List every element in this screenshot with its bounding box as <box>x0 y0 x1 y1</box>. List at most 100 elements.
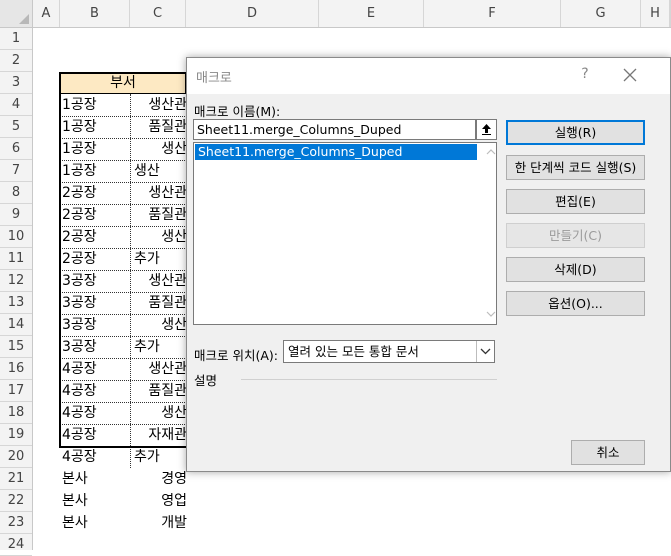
macro-list[interactable]: Sheet11.merge_Columns_Duped <box>193 142 497 325</box>
column-header-e[interactable]: E <box>319 0 424 27</box>
table-header-cell[interactable]: 부서 <box>59 72 187 94</box>
cell-c[interactable]: 품질관 <box>131 292 187 314</box>
cell-b[interactable]: 4공장 <box>60 424 130 446</box>
macro-list-item[interactable]: Sheet11.merge_Columns_Duped <box>195 144 477 160</box>
cell-c[interactable]: 생산 <box>131 402 187 424</box>
cell-c[interactable]: 추가 <box>131 336 187 358</box>
row-header-19[interactable]: 19 <box>0 424 32 446</box>
cell-c[interactable]: 개발 <box>131 512 187 534</box>
row-header-1[interactable]: 1 <box>0 28 32 50</box>
column-header-h[interactable]: H <box>641 0 670 27</box>
cell-b[interactable]: 3공장 <box>60 336 130 358</box>
options-button[interactable]: 옵션(O)... <box>506 291 645 316</box>
step-into-button[interactable]: 한 단계씩 코드 실행(S) <box>506 155 645 180</box>
cell-b[interactable]: 4공장 <box>60 358 130 380</box>
row-header-14[interactable]: 14 <box>0 314 32 336</box>
cell-b[interactable]: 1공장 <box>60 94 130 116</box>
cell-c[interactable]: 생산 <box>131 226 187 248</box>
dropdown-arrow[interactable] <box>476 341 494 362</box>
cell-c[interactable]: 품질관 <box>131 204 187 226</box>
row-header-24[interactable]: 24 <box>0 534 32 556</box>
scroll-down-icon[interactable] <box>484 307 498 321</box>
row-header-22[interactable]: 22 <box>0 490 32 512</box>
cell-border <box>60 204 187 205</box>
row-header-10[interactable]: 10 <box>0 226 32 248</box>
cell-border <box>130 358 131 380</box>
cell-c[interactable]: 생산관 <box>131 94 187 116</box>
cell-b[interactable]: 3공장 <box>60 270 130 292</box>
cell-b[interactable]: 1공장 <box>60 138 130 160</box>
collapse-button[interactable] <box>476 119 497 140</box>
cell-c[interactable]: 품질관 <box>131 116 187 138</box>
cell-c[interactable]: 생산 <box>131 160 187 182</box>
row-header-16[interactable]: 16 <box>0 358 32 380</box>
run-button[interactable]: 실행(R) <box>506 120 645 145</box>
row-header-20[interactable]: 20 <box>0 446 32 468</box>
row-header-23[interactable]: 23 <box>0 512 32 534</box>
macro-location-value: 열려 있는 모든 통합 문서 <box>288 344 419 359</box>
cell-c[interactable]: 생산관 <box>131 270 187 292</box>
cell-b[interactable]: 1공장 <box>60 160 130 182</box>
row-header-2[interactable]: 2 <box>0 50 32 72</box>
cell-b[interactable]: 본사 <box>60 468 130 490</box>
edit-button[interactable]: 편집(E) <box>506 189 645 214</box>
delete-button[interactable]: 삭제(D) <box>506 257 645 282</box>
macro-name-input[interactable]: Sheet11.merge_Columns_Duped <box>193 119 476 140</box>
cell-c[interactable]: 추가 <box>131 248 187 270</box>
row-header-5[interactable]: 5 <box>0 116 32 138</box>
cell-b[interactable]: 본사 <box>60 490 130 512</box>
cell-border <box>60 292 187 293</box>
cell-b[interactable]: 4공장 <box>60 402 130 424</box>
cell-c[interactable]: 경영 <box>131 468 187 490</box>
row-header-6[interactable]: 6 <box>0 138 32 160</box>
cell-border <box>130 424 131 446</box>
select-all-corner[interactable] <box>0 0 33 28</box>
cell-c[interactable]: 생산관 <box>131 358 187 380</box>
row-header-21[interactable]: 21 <box>0 468 32 490</box>
cell-border <box>130 116 131 138</box>
cancel-button[interactable]: 취소 <box>571 440 645 465</box>
cell-c[interactable]: 품질관 <box>131 380 187 402</box>
column-header-f[interactable]: F <box>424 0 561 27</box>
cell-c[interactable]: 생산관 <box>131 182 187 204</box>
cell-b[interactable]: 3공장 <box>60 314 130 336</box>
row-header-12[interactable]: 12 <box>0 270 32 292</box>
row-header-9[interactable]: 9 <box>0 204 32 226</box>
row-header-17[interactable]: 17 <box>0 380 32 402</box>
row-header-15[interactable]: 15 <box>0 336 32 358</box>
scroll-up-icon[interactable] <box>484 145 498 159</box>
cell-b[interactable]: 1공장 <box>60 116 130 138</box>
cell-c[interactable]: 영업 <box>131 490 187 512</box>
cell-c[interactable]: 자재관 <box>131 424 187 446</box>
row-header-3[interactable]: 3 <box>0 72 32 94</box>
row-header-4[interactable]: 4 <box>0 94 32 116</box>
row-header-18[interactable]: 18 <box>0 402 32 424</box>
cell-b[interactable]: 2공장 <box>60 248 130 270</box>
cell-b[interactable]: 4공장 <box>60 380 130 402</box>
cell-b[interactable]: 2공장 <box>60 204 130 226</box>
cell-b[interactable]: 4공장 <box>60 446 130 468</box>
macro-location-select[interactable]: 열려 있는 모든 통합 문서 <box>283 340 495 363</box>
row-header-7[interactable]: 7 <box>0 160 32 182</box>
column-header-a[interactable]: A <box>33 0 60 27</box>
cell-c[interactable]: 생산 <box>131 138 187 160</box>
cell-border <box>60 380 187 381</box>
cell-b[interactable]: 2공장 <box>60 226 130 248</box>
create-button[interactable]: 만들기(C) <box>506 223 645 248</box>
column-header-c[interactable]: C <box>130 0 186 27</box>
cell-b[interactable]: 3공장 <box>60 292 130 314</box>
cell-border <box>60 314 187 315</box>
cell-b[interactable]: 2공장 <box>60 182 130 204</box>
row-header-11[interactable]: 11 <box>0 248 32 270</box>
help-button[interactable]: ? <box>577 66 593 82</box>
column-header-g[interactable]: G <box>561 0 641 27</box>
column-header-d[interactable]: D <box>186 0 319 27</box>
column-header-b[interactable]: B <box>60 0 130 27</box>
cell-border <box>60 270 187 271</box>
cell-c[interactable]: 추가 <box>131 446 187 468</box>
cell-c[interactable]: 생산 <box>131 314 187 336</box>
cell-b[interactable]: 본사 <box>60 512 130 534</box>
row-header-13[interactable]: 13 <box>0 292 32 314</box>
row-header-8[interactable]: 8 <box>0 182 32 204</box>
close-button[interactable] <box>619 64 641 86</box>
